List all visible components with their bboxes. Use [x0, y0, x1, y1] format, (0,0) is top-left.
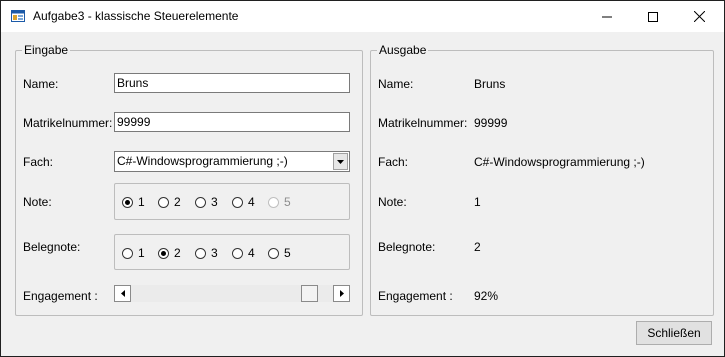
radio-button-icon [195, 196, 206, 208]
minimize-button[interactable] [584, 1, 630, 32]
note-radio-5-label: 5 [284, 195, 291, 209]
radio-button-icon [232, 196, 243, 208]
eingabe-fach-label: Fach: [23, 155, 54, 169]
ausgabe-name-value: Bruns [474, 77, 506, 91]
fach-select-value: C#-Windowsprogrammierung ;-) [117, 154, 288, 168]
belegnote-radio-4[interactable]: 4 [232, 246, 255, 260]
ausgabe-group: Ausgabe [370, 43, 714, 316]
close-icon [693, 11, 705, 22]
ausgabe-belegnote-value: 2 [474, 240, 481, 254]
eingabe-name-label: Name: [23, 77, 59, 91]
belegnote-radio-2-label: 2 [174, 246, 181, 260]
ausgabe-matrikel-value: 99999 [474, 116, 508, 130]
ausgabe-engagement-label: Engagement : [378, 289, 453, 303]
app-window-icon [11, 10, 25, 22]
matrikel-input[interactable]: 99999 [114, 112, 350, 132]
note-radio-4-label: 4 [248, 195, 255, 209]
ausgabe-fach-value: C#-Windowsprogrammierung ;-) [474, 155, 645, 169]
note-radio-2-label: 2 [174, 195, 181, 209]
scroll-thumb[interactable] [301, 285, 318, 302]
scroll-right-arrow-icon [339, 290, 344, 297]
ausgabe-belegnote-label: Belegnote: [378, 240, 436, 254]
title-bar[interactable]: Aufgabe3 - klassische Steuerelemente [1, 1, 724, 32]
eingabe-belegnote-label: Belegnote: [23, 240, 81, 254]
ausgabe-group-title: Ausgabe [377, 43, 429, 57]
note-radio-3[interactable]: 3 [195, 195, 218, 209]
radio-button-icon [232, 247, 243, 259]
eingabe-note-label: Note: [23, 195, 52, 209]
minimize-icon [602, 16, 612, 17]
engagement-scrollbar[interactable] [114, 285, 350, 302]
belegnote-radio-1[interactable]: 1 [122, 246, 145, 260]
belegnote-radio-2[interactable]: 2 [158, 246, 181, 260]
radio-button-icon [122, 247, 133, 259]
belegnote-radio-group: 1 2 3 4 5 [114, 234, 350, 270]
maximize-button[interactable] [630, 1, 676, 32]
scroll-left-arrow-icon [120, 290, 125, 297]
app-window: Aufgabe3 - klassische Steuerelemente Ein… [1, 1, 724, 356]
window-title: Aufgabe3 - klassische Steuerelemente [33, 9, 239, 23]
radio-button-icon [268, 196, 279, 208]
eingabe-matrikel-label: Matrikelnummer: [23, 116, 113, 130]
note-radio-3-label: 3 [211, 195, 218, 209]
note-radio-4[interactable]: 4 [232, 195, 255, 209]
note-radio-1[interactable]: 1 [122, 195, 145, 209]
eingabe-group-title: Eingabe [22, 43, 71, 57]
ausgabe-note-value: 1 [474, 195, 481, 209]
radio-button-icon [158, 247, 169, 259]
belegnote-radio-3-label: 3 [211, 246, 218, 260]
ausgabe-fach-label: Fach: [378, 155, 409, 169]
radio-button-icon [158, 196, 169, 208]
note-radio-group: 1 2 3 4 5 [114, 183, 350, 220]
maximize-icon [648, 11, 658, 22]
note-radio-2[interactable]: 2 [158, 195, 181, 209]
ausgabe-note-label: Note: [378, 195, 407, 209]
note-radio-5: 5 [268, 195, 291, 209]
belegnote-radio-1-label: 1 [138, 246, 145, 260]
dropdown-arrow-icon [337, 159, 344, 164]
fach-dropdown-button[interactable] [333, 153, 348, 170]
radio-button-icon [195, 247, 206, 259]
ausgabe-name-label: Name: [378, 77, 414, 91]
name-input[interactable]: Bruns [114, 73, 350, 93]
radio-button-icon [122, 196, 133, 208]
radio-button-icon [268, 247, 279, 259]
eingabe-engagement-label: Engagement : [23, 289, 98, 303]
scroll-left-button[interactable] [114, 285, 131, 302]
close-window-button[interactable] [676, 1, 722, 32]
ausgabe-engagement-value: 92% [474, 289, 499, 303]
close-button[interactable]: Schließen [636, 321, 712, 345]
fach-select[interactable]: C#-Windowsprogrammierung ;-) [114, 151, 350, 172]
ausgabe-matrikel-label: Matrikelnummer: [378, 116, 468, 130]
belegnote-radio-3[interactable]: 3 [195, 246, 218, 260]
belegnote-radio-4-label: 4 [248, 246, 255, 260]
scroll-right-button[interactable] [333, 285, 350, 302]
belegnote-radio-5-label: 5 [284, 246, 291, 260]
belegnote-radio-5[interactable]: 5 [268, 246, 291, 260]
close-button-label: Schließen [647, 326, 701, 340]
note-radio-1-label: 1 [138, 195, 145, 209]
